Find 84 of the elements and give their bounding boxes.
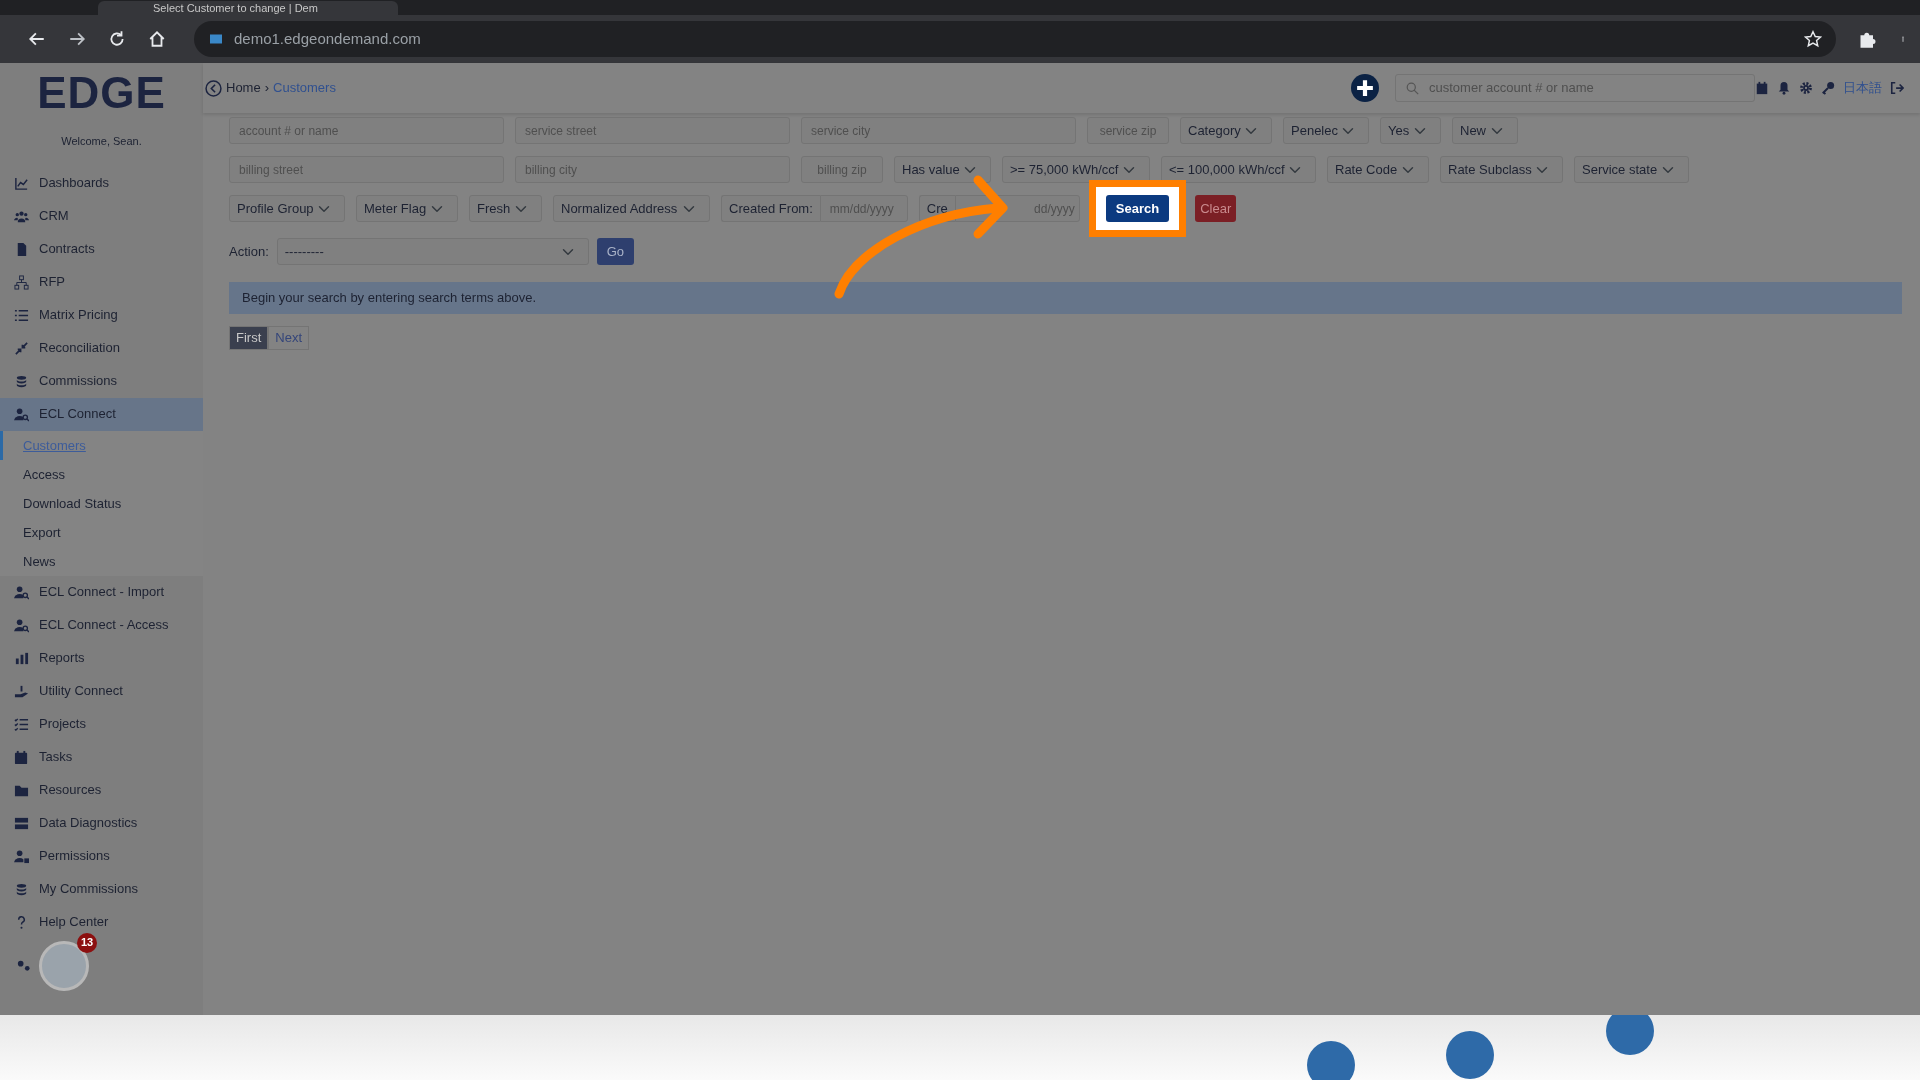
sidebar-item[interactable]: Commissions: [0, 364, 203, 398]
address-bar[interactable]: demo1.edgeondemand.com: [194, 21, 1836, 57]
sidebar-item[interactable]: My Commissions: [0, 872, 203, 906]
logout-icon[interactable]: [1890, 81, 1904, 95]
checklist-icon: [14, 716, 29, 732]
user-lock-icon: [14, 848, 29, 864]
logo: EDGE: [37, 68, 166, 117]
breadcrumb-link[interactable]: Home: [226, 78, 261, 98]
hand-icon: [14, 683, 29, 699]
back-icon[interactable]: [28, 30, 46, 48]
breadcrumb-separator: ›: [264, 79, 270, 98]
add-icon[interactable]: [1351, 74, 1379, 102]
select-field[interactable]: Yes: [1380, 117, 1441, 144]
select-field[interactable]: Normalized Address: [553, 195, 710, 222]
user-search-icon: [14, 584, 29, 600]
select-field[interactable]: >= 75,000 kWh/ccf: [1002, 156, 1150, 183]
site-icon: [208, 33, 224, 45]
clear-button[interactable]: Clear: [1195, 195, 1237, 222]
sidebar-item[interactable]: CRM: [0, 199, 203, 233]
user-search-icon: [14, 617, 29, 633]
welcome-text: Welcome, Sean.: [61, 135, 142, 147]
sidebar-item[interactable]: Reconciliation: [0, 331, 203, 365]
notification-badge: 13: [77, 932, 97, 953]
page-button[interactable]: Next: [268, 326, 309, 350]
select-field[interactable]: <= 100,000 kWh/ccf: [1161, 156, 1316, 183]
sidebar-item[interactable]: ECL Connect: [0, 397, 203, 431]
server-icon: [14, 815, 29, 831]
sidebar-item[interactable]: Matrix Pricing: [0, 298, 203, 332]
forward-icon[interactable]: [68, 30, 86, 48]
bar-chart-icon: [14, 650, 29, 666]
breadcrumb-link[interactable]: Customers: [273, 78, 336, 98]
field-label: Created From:: [721, 195, 820, 222]
sidebar-item[interactable]: RFP: [0, 265, 203, 299]
select-field[interactable]: Penelec: [1283, 117, 1369, 144]
sidebar-item[interactable]: Contracts: [0, 232, 203, 266]
calendar-icon[interactable]: [1755, 81, 1769, 95]
search-button[interactable]: Search: [1105, 195, 1170, 222]
select-field[interactable]: Rate Subclass: [1440, 156, 1563, 183]
info-message: Begin your search by entering search terms above.: [242, 289, 537, 308]
action-select[interactable]: ---------: [276, 238, 589, 265]
sidebar-item[interactable]: ECL Connect - Import: [0, 575, 203, 609]
select-field[interactable]: New: [1452, 117, 1518, 144]
select-field[interactable]: Meter Flag: [356, 195, 458, 222]
sidebar-item[interactable]: ECL Connect - Access: [0, 608, 203, 642]
page-button[interactable]: First: [229, 326, 269, 350]
select-field[interactable]: Has value: [894, 156, 991, 183]
sitemap-icon: [14, 274, 29, 290]
calendar-icon: [14, 749, 29, 765]
search-icon: [1406, 81, 1419, 95]
select-field[interactable]: Profile Group: [229, 195, 345, 222]
home-icon[interactable]: [148, 30, 166, 48]
sidebar-item[interactable]: Projects: [0, 707, 203, 741]
submenu-item[interactable]: News: [0, 546, 203, 576]
sidebar-item[interactable]: Tasks: [0, 740, 203, 774]
select-field[interactable]: Category: [1180, 117, 1272, 144]
submenu-item[interactable]: Export: [0, 517, 203, 547]
sidebar-item[interactable]: Utility Connect: [0, 674, 203, 708]
sidebar-item[interactable]: Reports: [0, 641, 203, 675]
submenu-item[interactable]: Download Status: [0, 488, 203, 518]
language-link[interactable]: 日本語: [1843, 78, 1882, 98]
chart-icon: [14, 175, 29, 191]
field-label: Action:: [229, 242, 269, 261]
list-icon: [14, 307, 29, 323]
user-search-icon: [14, 406, 29, 422]
select-field[interactable]: Service state: [1574, 156, 1689, 183]
settings-icon[interactable]: [1799, 81, 1813, 95]
select-field[interactable]: Fresh: [469, 195, 542, 222]
select-field[interactable]: Rate Code: [1327, 156, 1429, 183]
coins-icon: [14, 373, 29, 389]
go-button[interactable]: Go: [596, 238, 635, 265]
sidebar-item[interactable]: Data Diagnostics: [0, 806, 203, 840]
sidebar-item[interactable]: Dashboards: [0, 166, 203, 200]
compress-icon: [14, 340, 29, 356]
bell-icon[interactable]: [1777, 81, 1791, 95]
url-text: demo1.edgeondemand.com: [234, 28, 421, 49]
browser-tab[interactable]: Select Customer to change | Dem: [98, 1, 398, 15]
sidebar-item[interactable]: Permissions: [0, 839, 203, 873]
submenu-item[interactable]: Access: [0, 459, 203, 489]
star-icon[interactable]: [1804, 30, 1822, 48]
back-circle-icon[interactable]: [205, 79, 222, 97]
coins-icon: [14, 881, 29, 897]
sidebar-item[interactable]: Resources: [0, 773, 203, 807]
key-icon[interactable]: [1821, 81, 1835, 95]
reload-icon[interactable]: [108, 30, 126, 48]
